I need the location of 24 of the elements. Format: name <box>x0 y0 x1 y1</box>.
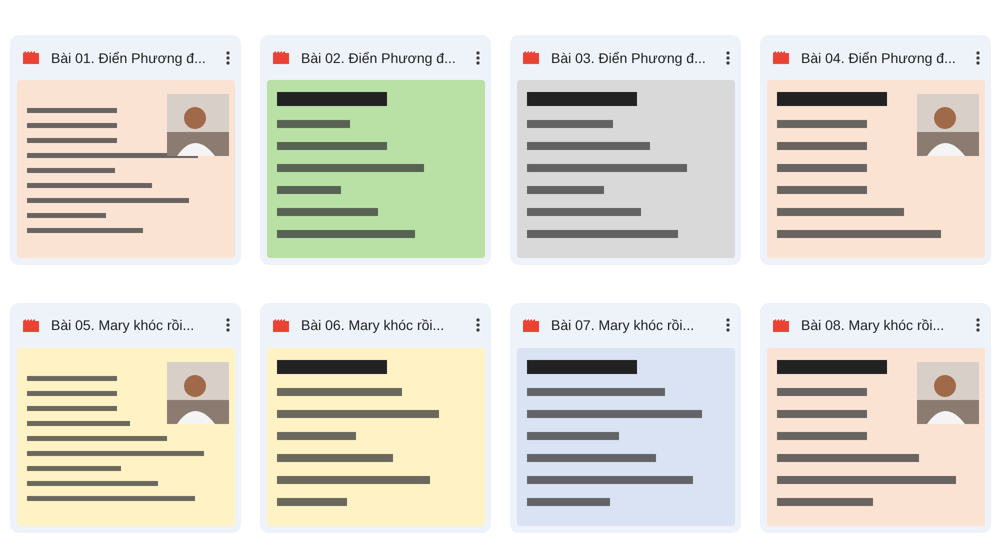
video-icon <box>773 318 789 332</box>
file-title: Bài 08. Mary khóc rồi... <box>801 317 946 333</box>
file-card[interactable]: Bài 07. Mary khóc rồi... <box>510 302 741 532</box>
file-title: Bài 06. Mary khóc rồi... <box>301 317 446 333</box>
video-icon <box>523 318 539 332</box>
file-card[interactable]: Bài 02. Điển Phương đ... <box>260 35 491 265</box>
file-title: Bài 03. Điển Phương đ... <box>551 50 707 66</box>
file-title: Bài 01. Điển Phương đ... <box>51 50 207 66</box>
file-card[interactable]: Bài 06. Mary khóc rồi... <box>260 302 491 532</box>
file-card[interactable]: Bài 01. Điển Phương đ... <box>10 35 241 265</box>
file-title: Bài 05. Mary khóc rồi... <box>51 317 196 333</box>
file-card[interactable]: Bài 05. Mary khóc rồi... <box>10 302 241 532</box>
file-title: Bài 02. Điển Phương đ... <box>301 50 457 66</box>
video-icon <box>23 51 39 64</box>
file-card[interactable]: Bài 08. Mary khóc rồi... <box>760 302 991 532</box>
video-icon <box>273 318 289 332</box>
video-icon <box>23 318 39 332</box>
video-icon <box>273 51 289 64</box>
file-title: Bài 07. Mary khóc rồi... <box>551 317 696 333</box>
video-icon <box>523 51 539 64</box>
video-icon <box>773 51 789 64</box>
file-title: Bài 04. Điển Phương đ... <box>801 50 957 66</box>
file-card[interactable]: Bài 03. Điển Phương đ... <box>510 35 741 265</box>
file-card[interactable]: Bài 04. Điển Phương đ... <box>760 35 991 265</box>
